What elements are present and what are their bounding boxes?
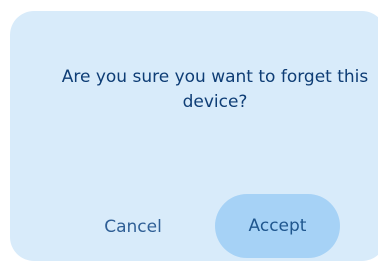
- cancel-button[interactable]: Cancel: [88, 205, 178, 249]
- dialog-message: Are you sure you want to forget this dev…: [61, 67, 369, 112]
- accept-button[interactable]: Accept: [215, 194, 340, 258]
- forget-device-dialog: Are you sure you want to forget this dev…: [10, 11, 378, 261]
